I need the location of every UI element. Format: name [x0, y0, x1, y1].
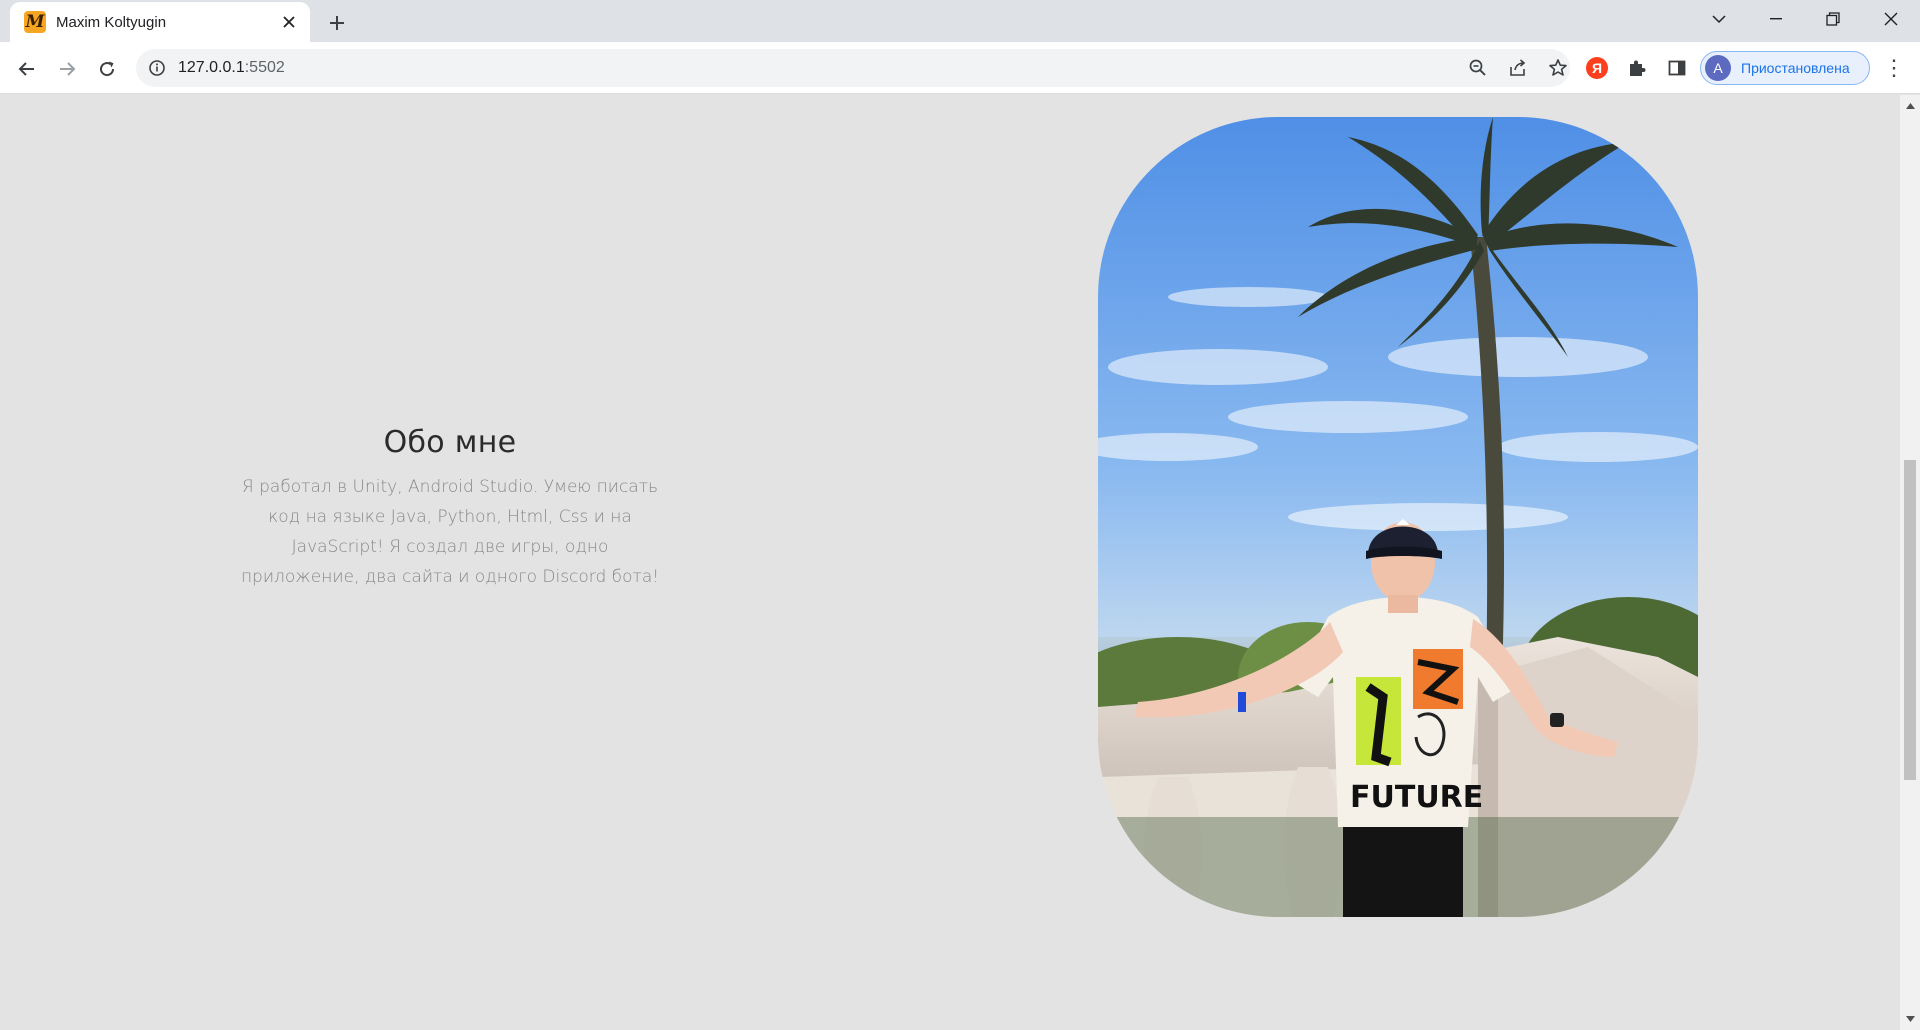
page-viewport: Обо мне Я работал в Unity, Android Studi… [0, 95, 1900, 1030]
scroll-up-icon[interactable] [1900, 97, 1920, 115]
scrollbar-thumb[interactable] [1904, 460, 1916, 780]
yandex-logo: Я [1586, 57, 1608, 79]
browser-tab[interactable]: M Maxim Koltyugin [10, 2, 310, 42]
share-icon[interactable] [1506, 56, 1530, 80]
profile-button[interactable]: A Приостановлена [1700, 51, 1870, 85]
shirt-text: FUTURE [1350, 780, 1483, 815]
site-favicon-icon: M [24, 11, 46, 33]
close-window-icon[interactable] [1862, 0, 1920, 38]
page-scrollbar[interactable] [1900, 95, 1920, 1030]
site-info-icon[interactable] [146, 57, 168, 79]
profile-photo: FUTURE [1098, 117, 1698, 917]
profile-status: Приостановлена [1741, 60, 1850, 76]
new-tab-button[interactable] [322, 8, 352, 38]
scroll-down-icon[interactable] [1900, 1010, 1920, 1028]
browser-toolbar: 127.0.0.1:5502 Я A Приостановлена ⋮ [0, 42, 1920, 94]
reload-icon[interactable] [90, 52, 124, 86]
address-bar[interactable]: 127.0.0.1:5502 [136, 49, 1570, 87]
url-text[interactable]: 127.0.0.1:5502 [178, 59, 285, 77]
zoom-out-icon[interactable] [1466, 56, 1490, 80]
about-title: Обо мне [383, 425, 517, 460]
close-tab-icon[interactable] [278, 11, 300, 33]
back-arrow-icon[interactable] [10, 52, 44, 86]
about-text: Я работал в Unity, Android Studio. Умею … [240, 477, 660, 587]
minimize-window-icon[interactable] [1747, 0, 1805, 38]
side-panel-icon[interactable] [1663, 54, 1691, 82]
tab-title: Maxim Koltyugin [56, 13, 167, 31]
url-host: 127.0.0.1 [178, 59, 245, 76]
bookmark-star-icon[interactable] [1546, 56, 1570, 80]
forward-arrow-icon[interactable] [50, 52, 84, 86]
extensions-puzzle-icon[interactable] [1623, 54, 1651, 82]
avatar: A [1705, 55, 1731, 81]
about-section: Обо мне Я работал в Unity, Android Studi… [240, 425, 660, 592]
tab-strip: M Maxim Koltyugin [0, 0, 1920, 42]
restore-window-icon[interactable] [1804, 0, 1862, 38]
url-port: :5502 [244, 59, 285, 76]
browser-menu-icon[interactable]: ⋮ [1880, 54, 1908, 82]
tab-search-icon[interactable] [1690, 0, 1748, 38]
yandex-extension-icon[interactable]: Я [1583, 54, 1611, 82]
